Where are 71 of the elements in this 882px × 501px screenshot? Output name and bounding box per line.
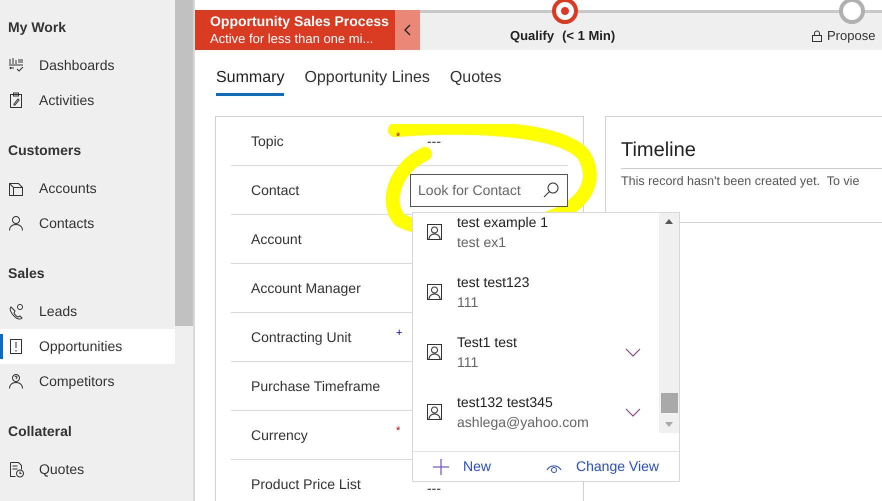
field-label: Contracting Unit <box>251 328 352 347</box>
timeline-title: Timeline <box>621 135 882 169</box>
field-label: Product Price List <box>251 475 362 494</box>
scrollbar-thumb[interactable] <box>661 393 678 413</box>
result-detail: ashlega@yahoo.com <box>457 413 590 432</box>
stage-label[interactable]: Propose <box>827 26 876 46</box>
lookup-result[interactable]: test example 1 test ex1 <box>413 213 659 262</box>
field-label: Account Manager <box>251 278 362 298</box>
lookup-result[interactable]: Test1 test 111 <box>413 322 659 382</box>
result-detail: test ex1 <box>457 233 508 252</box>
section-heading: My Work <box>7 18 68 37</box>
document-exclamation-icon <box>8 338 24 355</box>
search-icon <box>543 182 559 198</box>
contact-card-icon <box>427 224 442 240</box>
process-title: Opportunity Sales Process <box>210 12 390 30</box>
stage-duration: (< 1 Min) <box>562 27 616 45</box>
contact-card-icon <box>427 404 442 420</box>
tab[interactable]: Opportunity Lines <box>304 62 430 96</box>
lookup-action[interactable]: Change View <box>546 456 659 477</box>
required-mark: * <box>396 131 400 143</box>
section-heading: Collateral <box>7 422 73 440</box>
building-icon <box>8 180 24 197</box>
result-detail: 111 <box>457 353 480 372</box>
field-label: Account <box>251 230 303 248</box>
person-question-icon <box>8 373 24 390</box>
result-name: test132 test345 <box>457 393 554 412</box>
contact-card-icon <box>427 284 442 300</box>
required-mark: * <box>396 425 400 437</box>
sidebar-item[interactable]: Activities <box>0 83 175 118</box>
tab[interactable]: Quotes <box>450 62 502 96</box>
sidebar-item[interactable]: Leads <box>0 294 175 329</box>
section-heading: Customers <box>7 140 82 160</box>
sidebar-item[interactable]: Opportunities <box>0 329 175 364</box>
field-label: Topic <box>251 132 285 151</box>
lock-icon <box>812 30 822 42</box>
result-name: Test1 test <box>457 333 518 352</box>
stage-label[interactable]: Qualify <box>510 26 554 46</box>
scroll-down-icon <box>665 422 673 427</box>
phone-gear-icon <box>8 303 24 320</box>
field-value: --- <box>427 480 441 494</box>
plus-icon <box>433 458 449 474</box>
lookup-result[interactable]: test test123 111 <box>413 262 659 322</box>
result-name: test test123 <box>457 273 530 292</box>
scroll-up-icon <box>665 219 673 224</box>
field-label: Purchase Timeframe <box>251 376 382 396</box>
sidebar-item[interactable]: Competitors <box>0 364 175 399</box>
document-clock-icon <box>8 461 24 478</box>
person-icon <box>8 215 24 232</box>
lookup-field[interactable]: Look for Contact <box>410 174 568 206</box>
recommended-mark: + <box>396 327 402 339</box>
section-heading: Sales <box>7 264 46 282</box>
sidebar-item[interactable]: Dashboards <box>0 48 175 83</box>
clipboard-icon <box>8 92 24 109</box>
scrollbar-thumb[interactable] <box>175 0 193 326</box>
chevron-left-icon <box>404 24 412 36</box>
sidebar-item[interactable]: Accounts <box>0 171 175 206</box>
process-status: Active for less than one mi... <box>210 30 374 48</box>
lookup-result[interactable]: test132 test345 ashlega@yahoo.com <box>413 382 659 442</box>
sidebar-item[interactable]: Contacts <box>0 206 175 241</box>
result-detail: 111 <box>457 293 480 312</box>
lookup-action[interactable]: New <box>433 456 492 477</box>
field-label: Contact <box>251 180 300 200</box>
dashboard-icon <box>8 57 24 74</box>
sidebar-item[interactable]: Quotes <box>0 452 175 487</box>
result-name: test example 1 <box>457 213 550 232</box>
contact-card-icon <box>427 344 442 360</box>
tab[interactable]: Summary <box>216 62 284 96</box>
field-value: --- <box>427 134 441 148</box>
timeline-message: This record hasn't been created yet. To vie <box>621 173 860 190</box>
field-label: Currency <box>251 426 309 445</box>
collapse-button[interactable] <box>395 10 420 50</box>
